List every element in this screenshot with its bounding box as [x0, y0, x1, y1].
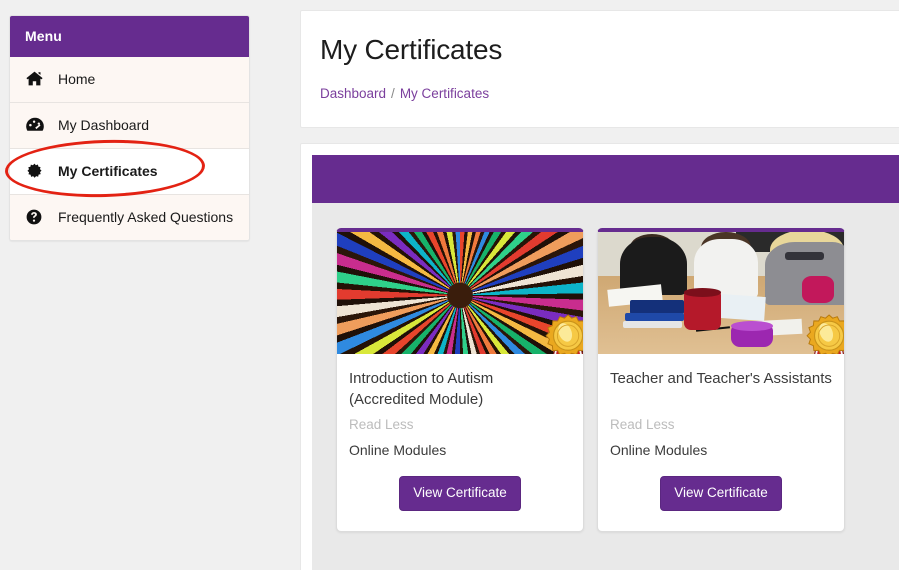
card-actions: View Certificate — [610, 476, 832, 511]
card-category: Online Modules — [610, 442, 708, 458]
card-actions: View Certificate — [349, 476, 571, 511]
read-toggle-link[interactable]: Read Less — [610, 415, 832, 434]
home-icon — [26, 70, 50, 86]
sidebar-item-label: Home — [58, 71, 96, 87]
certificate-card[interactable]: Introduction to Autism (Accredited Modul… — [336, 228, 584, 532]
breadcrumb: Dashboard / My Certificates — [320, 85, 489, 103]
dashboard-gauge-icon — [26, 116, 50, 132]
classroom-teachers-photo — [598, 232, 844, 354]
page-header-panel: My Certificates Dashboard / My Certificate… — [300, 10, 899, 128]
sidebar-item-my-certificates[interactable]: My Certificates — [10, 148, 249, 194]
view-certificate-button[interactable]: View Certificate — [399, 476, 521, 511]
card-category: Online Modules — [349, 442, 447, 458]
sidebar-item-label: My Certificates — [58, 163, 158, 179]
page-title: My Certificates — [320, 34, 503, 65]
breadcrumb-separator: / — [391, 86, 395, 101]
menu-list: Home My Dashboard My Certificates Freque… — [10, 57, 249, 240]
menu-panel: Menu Home My Dashboard My Certificates F… — [9, 15, 250, 241]
breadcrumb-link-dashboard[interactable]: Dashboard — [320, 86, 386, 101]
card-title: Teacher and Teacher's Assistants — [610, 370, 832, 387]
app-page: Menu Home My Dashboard My Certificates F… — [0, 0, 899, 570]
certificate-badge-icon — [26, 162, 50, 180]
sidebar: Menu Home My Dashboard My Certificates F… — [0, 0, 271, 570]
main-content: My Certificates Dashboard / My Certificate… — [271, 0, 899, 570]
breadcrumb-link-current[interactable]: My Certificates — [400, 86, 489, 101]
sidebar-item-my-dashboard[interactable]: My Dashboard — [10, 102, 249, 148]
sidebar-item-home[interactable]: Home — [10, 57, 249, 102]
certificates-panel: Introduction to Autism (Accredited Modul… — [300, 143, 899, 570]
card-body: Introduction to Autism (Accredited Modul… — [337, 354, 583, 531]
colored-pencils-photo — [337, 232, 583, 354]
read-toggle-link[interactable]: Read Less — [349, 415, 571, 434]
certificates-grid: Introduction to Autism (Accredited Modul… — [312, 203, 899, 570]
view-certificate-button[interactable]: View Certificate — [660, 476, 782, 511]
card-body: Teacher and Teacher's Assistants Read Le… — [598, 354, 844, 531]
sidebar-item-label: Frequently Asked Questions — [58, 209, 234, 225]
cards-row: Introduction to Autism (Accredited Modul… — [312, 228, 899, 532]
question-circle-icon — [26, 208, 50, 225]
card-title: Introduction to Autism (Accredited Modul… — [349, 370, 494, 408]
menu-panel-header: Menu — [10, 16, 249, 57]
panel-purple-bar — [312, 155, 899, 203]
sidebar-item-faq[interactable]: Frequently Asked Questions — [10, 194, 249, 240]
sidebar-item-label: My Dashboard — [58, 117, 150, 133]
certificate-card[interactable]: Teacher and Teacher's Assistants Read Le… — [597, 228, 845, 532]
card-thumbnail — [337, 232, 583, 354]
card-thumbnail — [598, 232, 844, 354]
